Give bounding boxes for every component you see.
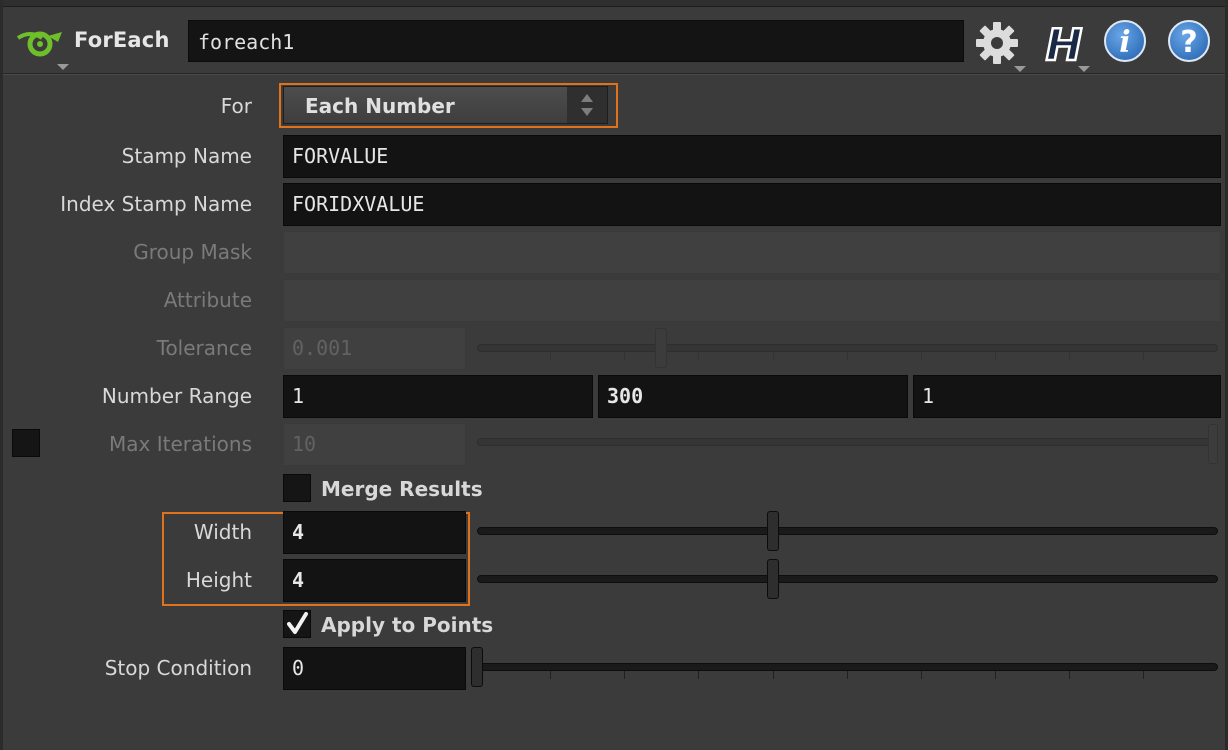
h-menu-arrow-icon[interactable] [1078, 66, 1090, 72]
header-divider-light [3, 74, 1225, 75]
index-stamp-name-label: Index Stamp Name [60, 192, 252, 216]
width-slider-handle[interactable] [767, 511, 779, 551]
merge-results-checkbox[interactable] [283, 474, 311, 502]
merge-results-label: Merge Results [321, 477, 483, 501]
stamp-name-label: Stamp Name [121, 144, 252, 168]
width-label: Width [193, 520, 252, 544]
number-range-step-input[interactable]: 1 [913, 375, 1221, 418]
height-slider-track[interactable] [477, 575, 1218, 583]
width-input[interactable]: 4 [283, 511, 466, 554]
stamp-name-input[interactable]: FORVALUE [283, 135, 1221, 178]
houdini-h-icon[interactable]: H [1040, 18, 1088, 73]
for-menu-value: Each Number [305, 94, 455, 118]
menu-arrows-icon[interactable] [567, 87, 607, 123]
max-iterations-input[interactable]: 10 [283, 423, 466, 466]
height-slider-handle[interactable] [767, 559, 779, 599]
apply-to-points-label: Apply to Points [321, 613, 494, 637]
info-icon[interactable]: i [1104, 20, 1146, 62]
tolerance-slider-handle[interactable] [655, 328, 667, 368]
node-name-input[interactable]: foreach1 [188, 20, 964, 62]
tolerance-label: Tolerance [156, 336, 252, 360]
checkmark-icon [287, 612, 308, 634]
max-iterations-label: Max Iterations [109, 432, 252, 456]
max-iterations-slider-handle[interactable] [1208, 424, 1218, 464]
stop-condition-label: Stop Condition [104, 656, 252, 680]
window-top-border [0, 0, 1228, 7]
for-menu[interactable]: Each Number [283, 86, 608, 124]
stop-condition-slider-track[interactable] [477, 663, 1218, 671]
apply-to-points-checkbox[interactable] [283, 610, 311, 638]
width-slider-track[interactable] [477, 527, 1218, 535]
svg-text:H: H [1046, 20, 1083, 68]
help-icon[interactable]: ? [1168, 20, 1210, 62]
number-range-label: Number Range [101, 384, 252, 408]
tolerance-input[interactable]: 0.001 [283, 327, 466, 370]
gear-icon[interactable] [974, 20, 1020, 66]
height-label: Height [185, 568, 252, 592]
height-input[interactable]: 4 [283, 559, 466, 602]
max-iterations-slider-track[interactable] [477, 438, 1218, 446]
group-mask-label: Group Mask [133, 240, 252, 264]
stop-condition-input[interactable]: 0 [283, 647, 466, 690]
foreach-node-icon[interactable] [14, 28, 66, 60]
stop-condition-slider-handle[interactable] [471, 647, 483, 687]
for-label: For [220, 94, 252, 118]
gear-menu-arrow-icon[interactable] [1014, 66, 1026, 72]
index-stamp-name-input[interactable]: FORIDXVALUE [283, 183, 1221, 226]
number-range-end-input[interactable]: 300 [598, 375, 908, 418]
node-menu-arrow-icon[interactable] [57, 64, 69, 70]
tolerance-slider-ticks [477, 352, 1218, 360]
number-range-start-input[interactable]: 1 [283, 375, 593, 418]
tolerance-slider-track[interactable] [477, 344, 1218, 352]
group-mask-input[interactable] [283, 231, 1221, 274]
stop-condition-slider-ticks [477, 671, 1218, 679]
attribute-input[interactable] [283, 279, 1221, 322]
node-type-label: ForEach [74, 28, 170, 52]
attribute-label: Attribute [163, 288, 252, 312]
